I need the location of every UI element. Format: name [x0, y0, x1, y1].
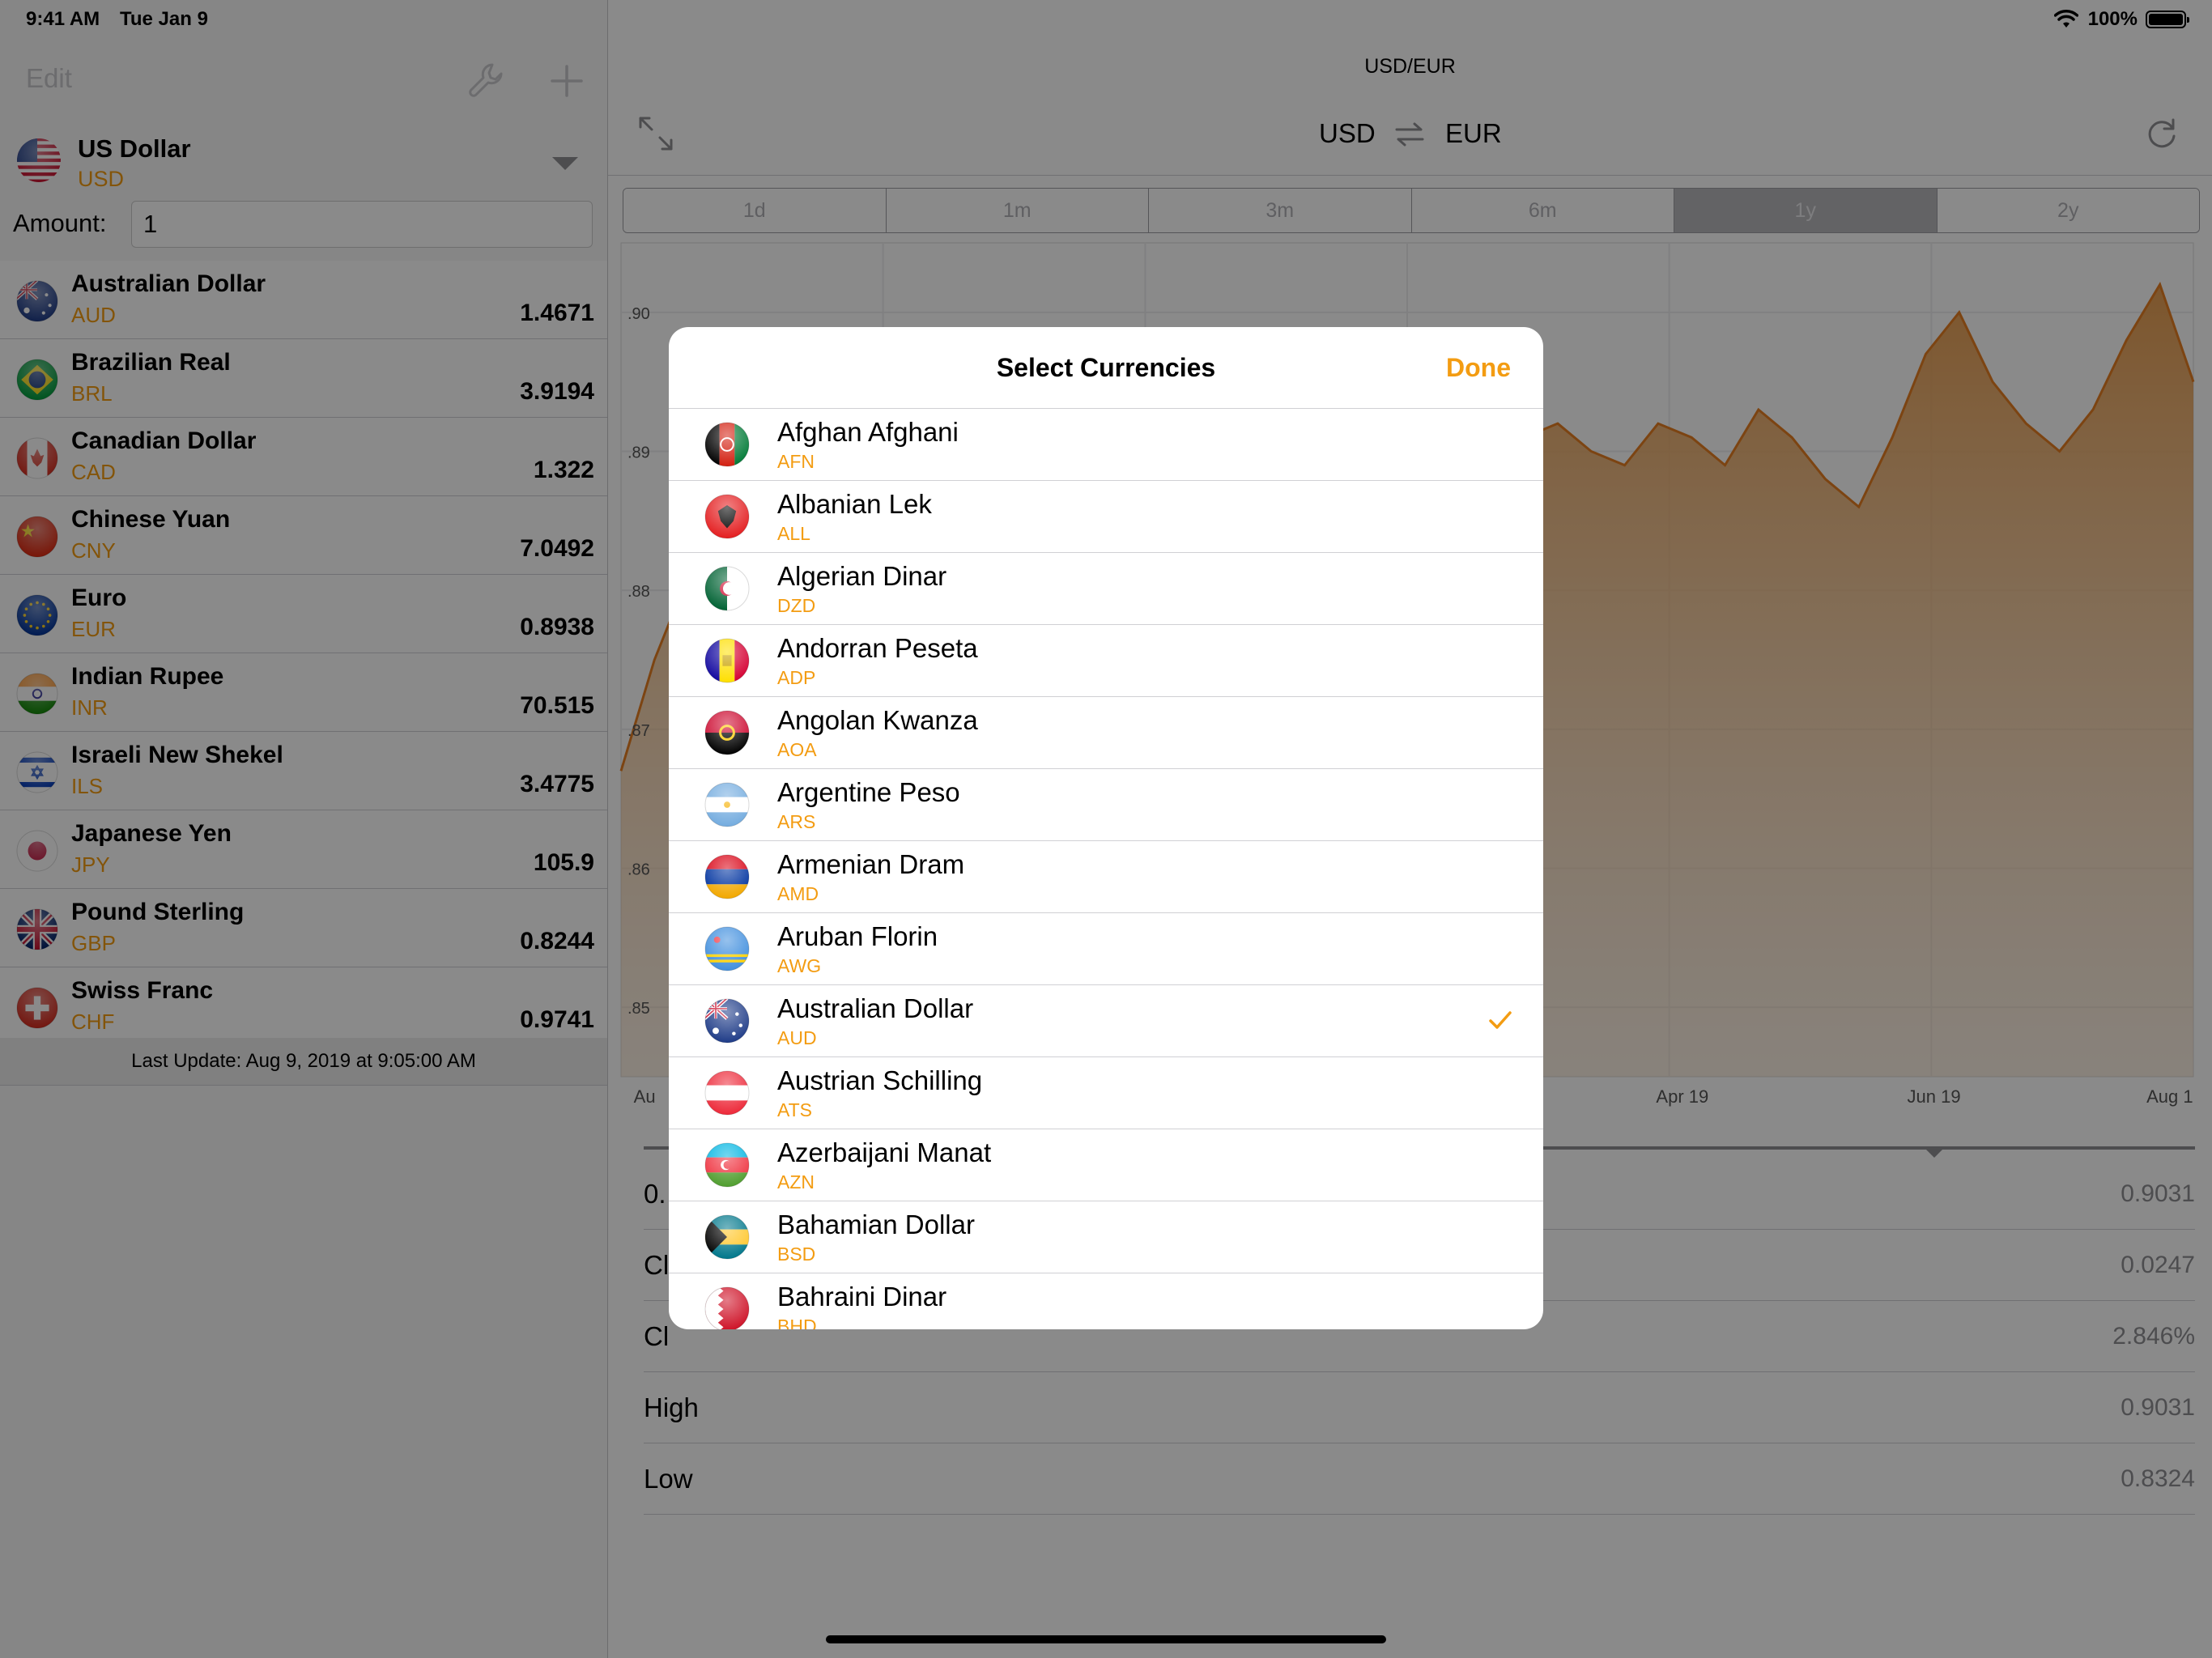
currency-name: Andorran Peseta	[777, 633, 978, 663]
currency-row-adp[interactable]: Andorran Peseta ADP	[669, 625, 1543, 697]
azn-flag-icon	[704, 1142, 750, 1188]
currency-row-ats[interactable]: Austrian Schilling ATS	[669, 1057, 1543, 1129]
currency-code: DZD	[777, 595, 816, 616]
currency-name: Bahamian Dollar	[777, 1209, 975, 1239]
aoa-flag-icon	[704, 710, 750, 755]
currency-row-bsd[interactable]: Bahamian Dollar BSD	[669, 1201, 1543, 1273]
currency-row-amd[interactable]: Armenian Dram AMD	[669, 841, 1543, 913]
ats-flag-icon	[704, 1070, 750, 1116]
currency-code: AWG	[777, 955, 822, 976]
adp-flag-icon	[704, 638, 750, 683]
currency-list: Afghan Afghani AFN Albanian Lek ALL Alge…	[669, 409, 1543, 1329]
currency-code: BHD	[777, 1316, 817, 1329]
currency-row-awg[interactable]: Aruban Florin AWG	[669, 913, 1543, 985]
battery-icon	[2146, 11, 2189, 28]
status-bar: 9:41 AM Tue Jan 9 100%	[0, 0, 2212, 39]
home-indicator[interactable]	[826, 1635, 1386, 1643]
currency-row-afn[interactable]: Afghan Afghani AFN	[669, 409, 1543, 481]
status-date: Tue Jan 9	[120, 8, 208, 30]
modal-title: Select Currencies	[996, 353, 1216, 382]
currency-name: Aruban Florin	[777, 921, 938, 951]
awg-flag-icon	[704, 926, 750, 971]
currency-name: Algerian Dinar	[777, 561, 947, 591]
app-window: 9:41 AM Tue Jan 9 100% Edit US Dollar US…	[0, 0, 2212, 1658]
all-flag-icon	[704, 494, 750, 539]
currency-name: Albanian Lek	[777, 489, 932, 519]
select-currencies-modal: Select Currencies Done Afghan Afghani AF…	[669, 327, 1543, 1329]
dzd-flag-icon	[704, 566, 750, 611]
currency-name: Bahraini Dinar	[777, 1282, 947, 1312]
currency-code: AFN	[777, 451, 815, 472]
currency-code: ALL	[777, 523, 810, 544]
currency-row-aud[interactable]: Australian Dollar AUD	[669, 985, 1543, 1057]
modal-header: Select Currencies Done	[669, 327, 1543, 409]
currency-name: Armenian Dram	[777, 849, 965, 879]
currency-row-azn[interactable]: Azerbaijani Manat AZN	[669, 1129, 1543, 1201]
checkmark-icon	[1489, 1011, 1512, 1029]
ars-flag-icon	[704, 782, 750, 827]
currency-code: AMD	[777, 883, 819, 904]
currency-code: ATS	[777, 1099, 813, 1120]
currency-name: Argentine Peso	[777, 777, 960, 807]
amd-flag-icon	[704, 854, 750, 899]
currency-row-all[interactable]: Albanian Lek ALL	[669, 481, 1543, 553]
done-button[interactable]: Done	[1446, 353, 1511, 383]
currency-name: Azerbaijani Manat	[777, 1137, 992, 1167]
status-indicators: 100%	[2053, 6, 2189, 32]
aud-flag-icon	[704, 998, 750, 1044]
currency-name: Afghan Afghani	[777, 417, 959, 447]
wifi-icon	[2053, 10, 2078, 28]
bhd-flag-icon	[704, 1286, 750, 1329]
battery-percent: 100%	[2087, 8, 2138, 30]
bsd-flag-icon	[704, 1214, 750, 1260]
afn-flag-icon	[704, 422, 750, 467]
currency-row-ars[interactable]: Argentine Peso ARS	[669, 769, 1543, 841]
currency-name: Australian Dollar	[777, 993, 974, 1023]
currency-code: ARS	[777, 811, 816, 832]
status-time: 9:41 AM	[26, 8, 100, 30]
currency-code: AZN	[777, 1171, 815, 1192]
currency-row-bhd[interactable]: Bahraini Dinar BHD	[669, 1273, 1543, 1329]
currency-code: AUD	[777, 1027, 817, 1048]
currency-row-dzd[interactable]: Algerian Dinar DZD	[669, 553, 1543, 625]
currency-name: Angolan Kwanza	[777, 705, 978, 735]
currency-row-aoa[interactable]: Angolan Kwanza AOA	[669, 697, 1543, 769]
currency-code: AOA	[777, 739, 817, 760]
currency-code: ADP	[777, 667, 816, 688]
currency-code: BSD	[777, 1244, 816, 1265]
currency-name: Austrian Schilling	[777, 1065, 983, 1095]
